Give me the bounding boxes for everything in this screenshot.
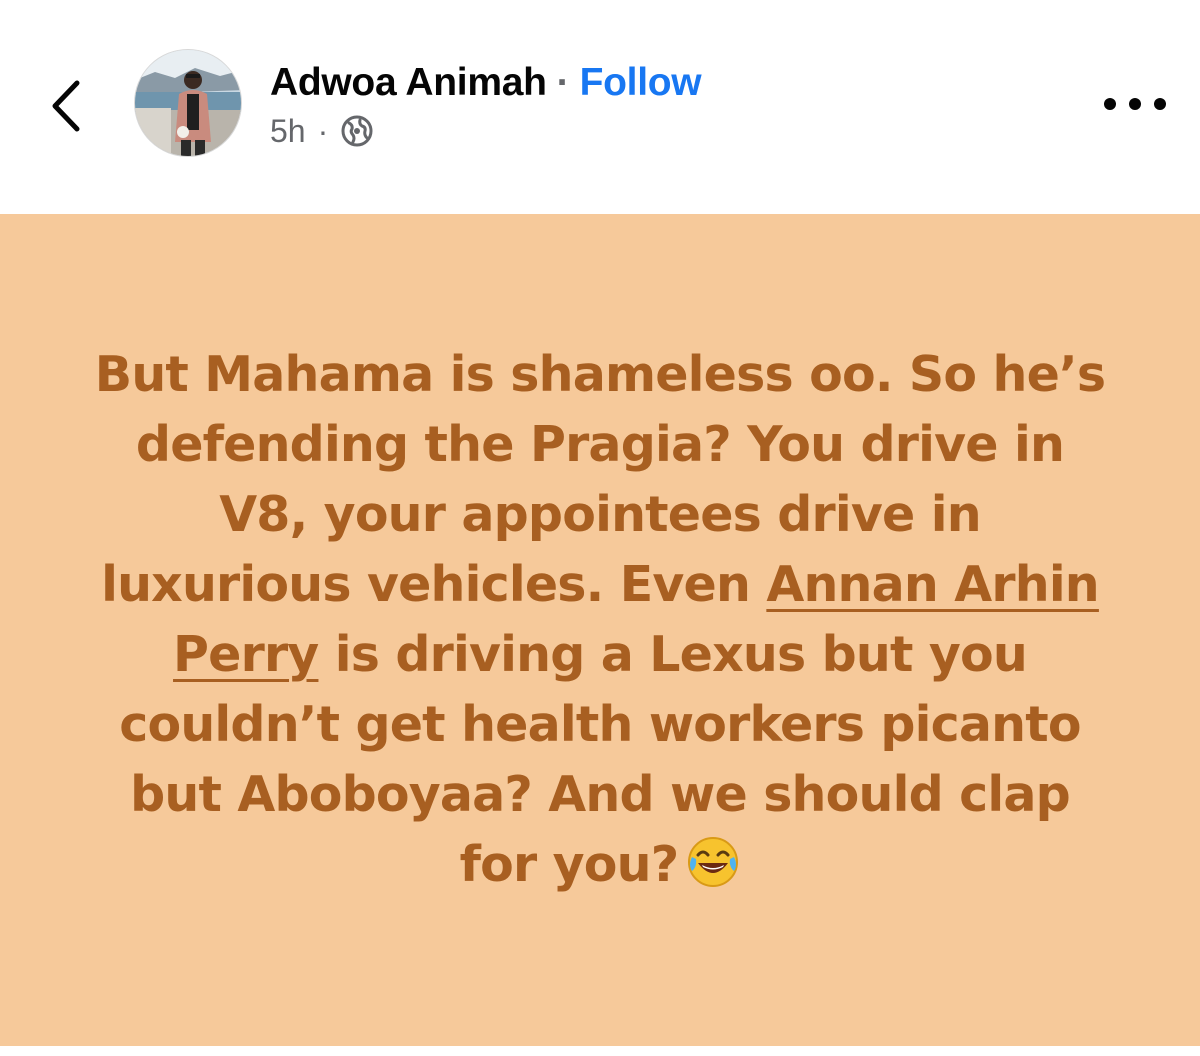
avatar[interactable]: [134, 49, 242, 157]
timestamp[interactable]: 5h: [270, 113, 306, 150]
meta-separator-dot: ·: [317, 112, 329, 149]
bottom-divider: [0, 1046, 1200, 1056]
post-header: Adwoa Animah · Follow 5h ·: [0, 0, 1200, 214]
more-dot: [1104, 98, 1116, 110]
post-background: But Mahama is shameless oo. So he’s defe…: [0, 214, 1200, 1046]
globe-icon: [340, 114, 374, 148]
author-line: Adwoa Animah · Follow: [270, 58, 702, 108]
separator-dot: ·: [556, 61, 570, 104]
chevron-left-icon: [52, 80, 80, 132]
more-dot: [1154, 98, 1166, 110]
post-text: But Mahama is shameless oo. So he’s defe…: [90, 340, 1110, 900]
face-with-tears-of-joy-icon: [686, 835, 740, 889]
more-dot: [1129, 98, 1141, 110]
author-name[interactable]: Adwoa Animah: [270, 61, 547, 105]
back-button[interactable]: [38, 66, 94, 146]
profile-photo: [135, 50, 241, 156]
follow-button[interactable]: Follow: [580, 61, 702, 105]
more-options-button[interactable]: [1104, 82, 1166, 126]
post-meta: 5h ·: [270, 110, 374, 152]
